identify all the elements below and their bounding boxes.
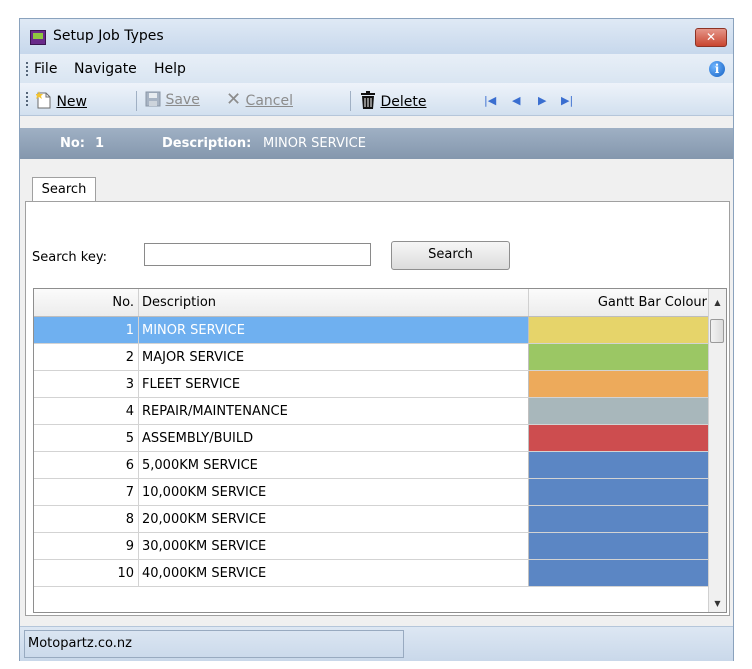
row-description: 20,000KM SERVICE xyxy=(138,506,532,533)
search-key-input[interactable] xyxy=(144,243,371,266)
tab-search[interactable]: Search xyxy=(32,177,96,203)
gantt-bar-colour-swatch[interactable] xyxy=(528,506,711,532)
row-number: 1 xyxy=(125,323,134,338)
gantt-bar-colour-swatch[interactable] xyxy=(528,479,711,505)
table-row[interactable]: 5 ASSEMBLY/BUILD xyxy=(34,425,711,452)
row-description: 5,000KM SERVICE xyxy=(138,452,532,479)
row-description: MAJOR SERVICE xyxy=(138,344,532,371)
column-header-no[interactable]: No. xyxy=(34,289,134,316)
toolbar-grip-icon xyxy=(26,92,30,106)
gantt-bar-colour-swatch[interactable] xyxy=(528,425,711,451)
table-row[interactable]: 9 30,000KM SERVICE xyxy=(34,533,711,560)
menu-grip-icon xyxy=(26,62,30,76)
delete-button[interactable]: Delete xyxy=(360,91,426,111)
gantt-bar-colour-swatch[interactable] xyxy=(528,371,711,397)
table-row[interactable]: 4 REPAIR/MAINTENANCE xyxy=(34,398,711,425)
close-button[interactable]: ✕ xyxy=(695,28,727,47)
row-number: 10 xyxy=(117,566,134,581)
scroll-down-icon[interactable]: ▼ xyxy=(709,595,726,612)
gantt-bar-colour-swatch[interactable] xyxy=(528,344,711,370)
menu-file[interactable]: File xyxy=(34,61,57,77)
menu-bar: File Navigate Help i xyxy=(20,54,733,83)
gantt-bar-colour-swatch[interactable] xyxy=(528,533,711,559)
toolbar-separator xyxy=(350,91,351,111)
row-number: 5 xyxy=(125,431,134,446)
menu-navigate[interactable]: Navigate xyxy=(74,61,137,77)
app-icon xyxy=(30,30,46,45)
scrollbar-thumb[interactable] xyxy=(710,319,724,343)
status-bar: Motopartz.co.nz xyxy=(20,626,733,661)
cancel-button[interactable]: ✕ Cancel xyxy=(226,91,293,111)
row-description: MINOR SERVICE xyxy=(138,317,532,344)
save-label: Save xyxy=(165,92,200,108)
gantt-bar-colour-swatch[interactable] xyxy=(528,317,711,343)
menu-help[interactable]: Help xyxy=(154,61,186,77)
previous-record-icon[interactable]: ◀ xyxy=(512,94,520,107)
record-header-bar: No: 1 Description: MINOR SERVICE xyxy=(20,128,733,159)
new-button[interactable]: New xyxy=(35,91,87,111)
last-record-icon[interactable]: ▶| xyxy=(561,94,573,107)
table-row[interactable]: 7 10,000KM SERVICE xyxy=(34,479,711,506)
vertical-scrollbar[interactable]: ▲ ▼ xyxy=(708,289,726,612)
column-header-gantt-bar-colour[interactable]: Gantt Bar Colour xyxy=(528,289,707,316)
cancel-label: Cancel xyxy=(245,93,293,109)
row-description: 30,000KM SERVICE xyxy=(138,533,532,560)
save-button[interactable]: Save xyxy=(145,91,200,111)
gantt-bar-colour-swatch[interactable] xyxy=(528,560,711,586)
next-record-icon[interactable]: ▶ xyxy=(538,94,546,107)
table-row[interactable]: 1 MINOR SERVICE xyxy=(34,317,711,344)
record-description-label: Description: xyxy=(162,136,252,151)
title-bar: Setup Job Types ✕ xyxy=(20,19,733,54)
first-record-icon[interactable]: |◀ xyxy=(484,94,496,107)
table-row[interactable]: 10 40,000KM SERVICE xyxy=(34,560,711,587)
new-document-icon xyxy=(35,91,51,109)
trash-icon xyxy=(361,91,375,109)
table-row[interactable]: 2 MAJOR SERVICE xyxy=(34,344,711,371)
column-header-description[interactable]: Description xyxy=(138,289,532,316)
row-number: 8 xyxy=(125,512,134,527)
row-number: 2 xyxy=(125,350,134,365)
table-row[interactable]: 3 FLEET SERVICE xyxy=(34,371,711,398)
row-number: 7 xyxy=(125,485,134,500)
table-row[interactable]: 6 5,000KM SERVICE xyxy=(34,452,711,479)
search-key-label: Search key: xyxy=(32,250,107,265)
floppy-disk-icon xyxy=(145,91,161,107)
row-number: 3 xyxy=(125,377,134,392)
cancel-x-icon: ✕ xyxy=(226,89,242,110)
grid-header: No. Description Gantt Bar Colour xyxy=(34,289,710,317)
table-row[interactable]: 8 20,000KM SERVICE xyxy=(34,506,711,533)
toolbar-separator xyxy=(136,91,137,111)
row-number: 6 xyxy=(125,458,134,473)
info-icon[interactable]: i xyxy=(709,61,725,77)
record-no-label: No: xyxy=(60,136,86,151)
delete-label: Delete xyxy=(380,94,427,110)
row-number: 4 xyxy=(125,404,134,419)
setup-job-types-window: Setup Job Types ✕ File Navigate Help i N… xyxy=(19,18,734,661)
scroll-up-icon[interactable]: ▲ xyxy=(709,294,726,311)
gantt-bar-colour-swatch[interactable] xyxy=(528,452,711,478)
row-description: ASSEMBLY/BUILD xyxy=(138,425,532,452)
gantt-bar-colour-swatch[interactable] xyxy=(528,398,711,424)
row-number: 9 xyxy=(125,539,134,554)
job-types-grid: No. Description Gantt Bar Colour 1 MINOR … xyxy=(33,288,727,613)
record-description-value: MINOR SERVICE xyxy=(263,136,366,151)
record-no-value: 1 xyxy=(95,136,105,151)
search-button[interactable]: Search xyxy=(391,241,510,270)
row-description: 10,000KM SERVICE xyxy=(138,479,532,506)
toolbar: New Save ✕ Cancel Delete |◀ ◀ ▶ ▶| xyxy=(20,83,733,116)
row-description: REPAIR/MAINTENANCE xyxy=(138,398,532,425)
new-label: New xyxy=(56,94,87,110)
status-text: Motopartz.co.nz xyxy=(24,630,404,658)
row-description: 40,000KM SERVICE xyxy=(138,560,532,587)
window-title: Setup Job Types xyxy=(53,28,164,44)
row-description: FLEET SERVICE xyxy=(138,371,532,398)
